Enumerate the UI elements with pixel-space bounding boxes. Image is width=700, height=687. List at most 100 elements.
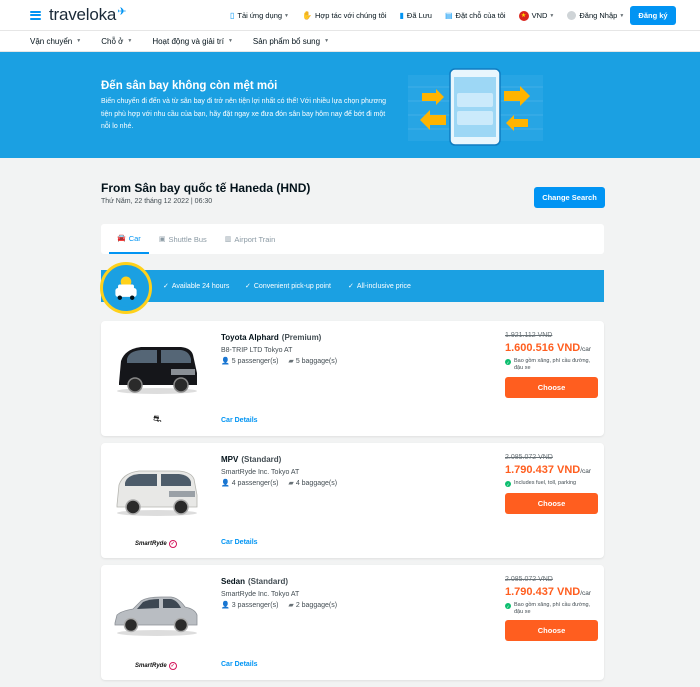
provider-name: B8-TRIP LTD Tokyo AT — [221, 347, 293, 354]
car-class: (Premium) — [281, 333, 322, 342]
tab-shuttle-bus[interactable]: ▣ Shuttle Bus — [151, 224, 215, 254]
check-circle-icon: ✓ — [505, 603, 511, 609]
promo-banner: Đến sân bay không còn mệt mỏi Biến chuyế… — [0, 52, 700, 158]
inclusion-note: ✓ Includes fuel, toll, parking — [505, 480, 597, 487]
saved-label: Đã Lưu — [406, 11, 432, 20]
car-details-link[interactable]: Car Details — [221, 417, 258, 424]
menu-icon[interactable] — [30, 10, 41, 20]
feature-item: ✓ Available 24 hours — [163, 282, 229, 290]
check-icon: ✓ — [348, 283, 354, 290]
check-circle-icon: ✓ — [505, 481, 511, 487]
bookmark-icon: ▮ — [399, 11, 404, 20]
download-app-link[interactable]: ▯ Tải ứng dụng ▼ — [230, 11, 289, 20]
login-label: Đăng Nhập — [579, 11, 618, 20]
original-price: 1.921.112 VND — [505, 332, 553, 339]
smartryde-logo: SmartRyde ✓ — [135, 662, 177, 670]
saved-link[interactable]: ▮ Đã Lưu — [400, 11, 432, 20]
currency-label: VND — [531, 11, 548, 20]
inclusion-text: Bao gồm xăng, phí cầu đường, đậu xe — [514, 602, 591, 615]
baggage: ▰ 4 baggage(s) — [288, 479, 337, 487]
check-badge-icon: ✓ — [168, 540, 177, 548]
price: 1.790.437 VND/car — [505, 586, 591, 598]
bookings-label: Đặt chỗ của tôi — [455, 11, 506, 20]
chevron-down-icon: ▼ — [127, 38, 133, 44]
chevron-down-icon: ▼ — [227, 38, 233, 44]
nav-label: Sản phẩm bổ sung — [252, 36, 321, 46]
nav-label: Hoạt động và giải trí — [152, 36, 224, 46]
route-title: From Sân bay quốc tế Haneda (HND) — [101, 181, 311, 195]
passengers: 👤 3 passenger(s) — [221, 601, 278, 609]
ticket-icon: ▤ — [444, 11, 453, 20]
tab-label: Airport Train — [234, 234, 276, 244]
car-badge-icon — [100, 262, 152, 314]
choose-button[interactable]: Choose — [505, 377, 598, 398]
top-nav: ▯ Tải ứng dụng ▼ ✋ Hợp tác với chúng tôi ▮ Đ… — [230, 0, 637, 31]
features-bar: ✓ Available 24 hours ✓ Convenient pick-up … — [101, 270, 604, 302]
check-icon: ✓ — [163, 283, 169, 290]
suitcase-icon: ▰ — [288, 480, 294, 487]
banner-title: Đến sân bay không còn mệt mỏi — [101, 80, 278, 92]
baggage-label: 5 baggage(s) — [295, 358, 338, 365]
choose-button[interactable]: Choose — [505, 620, 598, 641]
car-class: (Standard) — [248, 577, 289, 586]
price-value: 1.600.516 VND — [505, 342, 581, 354]
smartryde-logo: SmartRyde ✓ — [135, 540, 177, 548]
chevron-down-icon: ▼ — [324, 38, 330, 44]
baggage-label: 4 baggage(s) — [295, 480, 338, 487]
vendor-icon: ⛐ — [153, 414, 162, 425]
car-model: MPV — [221, 455, 239, 464]
nav-label: Vận chuyển — [30, 36, 73, 46]
passengers-label: 3 passenger(s) — [231, 602, 279, 609]
feature-label: Convenient pick-up point — [253, 283, 331, 290]
nav-transport[interactable]: Vận chuyển ▼ — [30, 37, 81, 46]
feature-label: Available 24 hours — [171, 283, 230, 290]
sedan-image — [114, 596, 198, 636]
price-value: 1.790.437 VND — [505, 464, 581, 476]
car-name: Toyota Alphard (Premium) — [221, 333, 321, 342]
phone-icon: ▯ — [230, 11, 235, 20]
tab-label: Car — [128, 233, 141, 243]
tab-airport-train[interactable]: ▥ Airport Train — [217, 224, 283, 254]
vendor-name: SmartRyde — [135, 663, 167, 669]
nav-activities[interactable]: Hoạt động và giải trí ▼ — [152, 37, 233, 46]
suitcase-icon: ▰ — [288, 358, 294, 365]
passengers: 👤 5 passenger(s) — [221, 357, 278, 365]
price: 1.790.437 VND/car — [505, 464, 591, 476]
logo-text: traveloka — [49, 5, 117, 24]
capacity: 👤 3 passenger(s) ▰ 2 baggage(s) — [221, 601, 337, 609]
traveloka-logo[interactable]: traveloka ✈ — [49, 5, 126, 25]
check-icon: ✓ — [245, 283, 251, 290]
change-search-button[interactable]: Change Search — [534, 187, 605, 208]
passengers-label: 5 passenger(s) — [231, 358, 279, 365]
provider-name: SmartRyde Inc. Tokyo AT — [221, 469, 300, 476]
nav-addons[interactable]: Sản phẩm bổ sung ▼ — [253, 37, 329, 46]
baggage-label: 2 baggage(s) — [295, 602, 338, 609]
login-link[interactable]: Đăng Nhập ▼ — [567, 11, 624, 20]
tab-car[interactable]: 🚘 Car — [109, 224, 149, 254]
signup-button[interactable]: Đăng ký — [630, 6, 676, 25]
price-unit: /car — [580, 590, 592, 597]
car-card: SmartRyde ✓ Sedan (Standard) SmartRyde Inc… — [101, 565, 604, 680]
car-class: (Standard) — [241, 455, 282, 464]
partner-link[interactable]: ✋ Hợp tác với chúng tôi — [302, 11, 387, 20]
handshake-icon: ✋ — [302, 11, 312, 20]
chevron-down-icon: ▼ — [284, 12, 289, 19]
top-bar: traveloka ✈ ▯ Tải ứng dụng ▼ ✋ Hợp tác với c… — [0, 0, 700, 31]
choose-button[interactable]: Choose — [505, 493, 598, 514]
logo-bird-icon: ✈ — [117, 5, 127, 18]
banner-text: Biến chuyến đi đến và từ sân bay đi trở … — [101, 98, 386, 130]
original-price: 2.085.072 VND — [505, 454, 553, 461]
nav-accommodation[interactable]: Chỗ ở ▼ — [101, 37, 132, 46]
car-details-link[interactable]: Car Details — [221, 539, 258, 546]
car-icon: 🚘 — [117, 235, 126, 242]
my-bookings-link[interactable]: ▤ Đặt chỗ của tôi — [445, 11, 506, 20]
nav-label: Chỗ ở — [101, 36, 124, 46]
inclusion-note: ✓ Bao gồm xăng, phí cầu đường, đậu xe — [505, 602, 597, 616]
price: 1.600.516 VND/car — [505, 342, 591, 354]
passengers-label: 4 passenger(s) — [231, 480, 279, 487]
feature-item: ✓ All-inclusive price — [348, 282, 411, 290]
currency-selector[interactable]: ★ VND ▼ — [518, 10, 554, 21]
car-details-link[interactable]: Car Details — [221, 661, 258, 668]
car-model: Toyota Alphard — [221, 333, 279, 342]
inclusion-note: ✓ Bao gồm xăng, phí cầu đường, đậu xe — [505, 358, 597, 372]
